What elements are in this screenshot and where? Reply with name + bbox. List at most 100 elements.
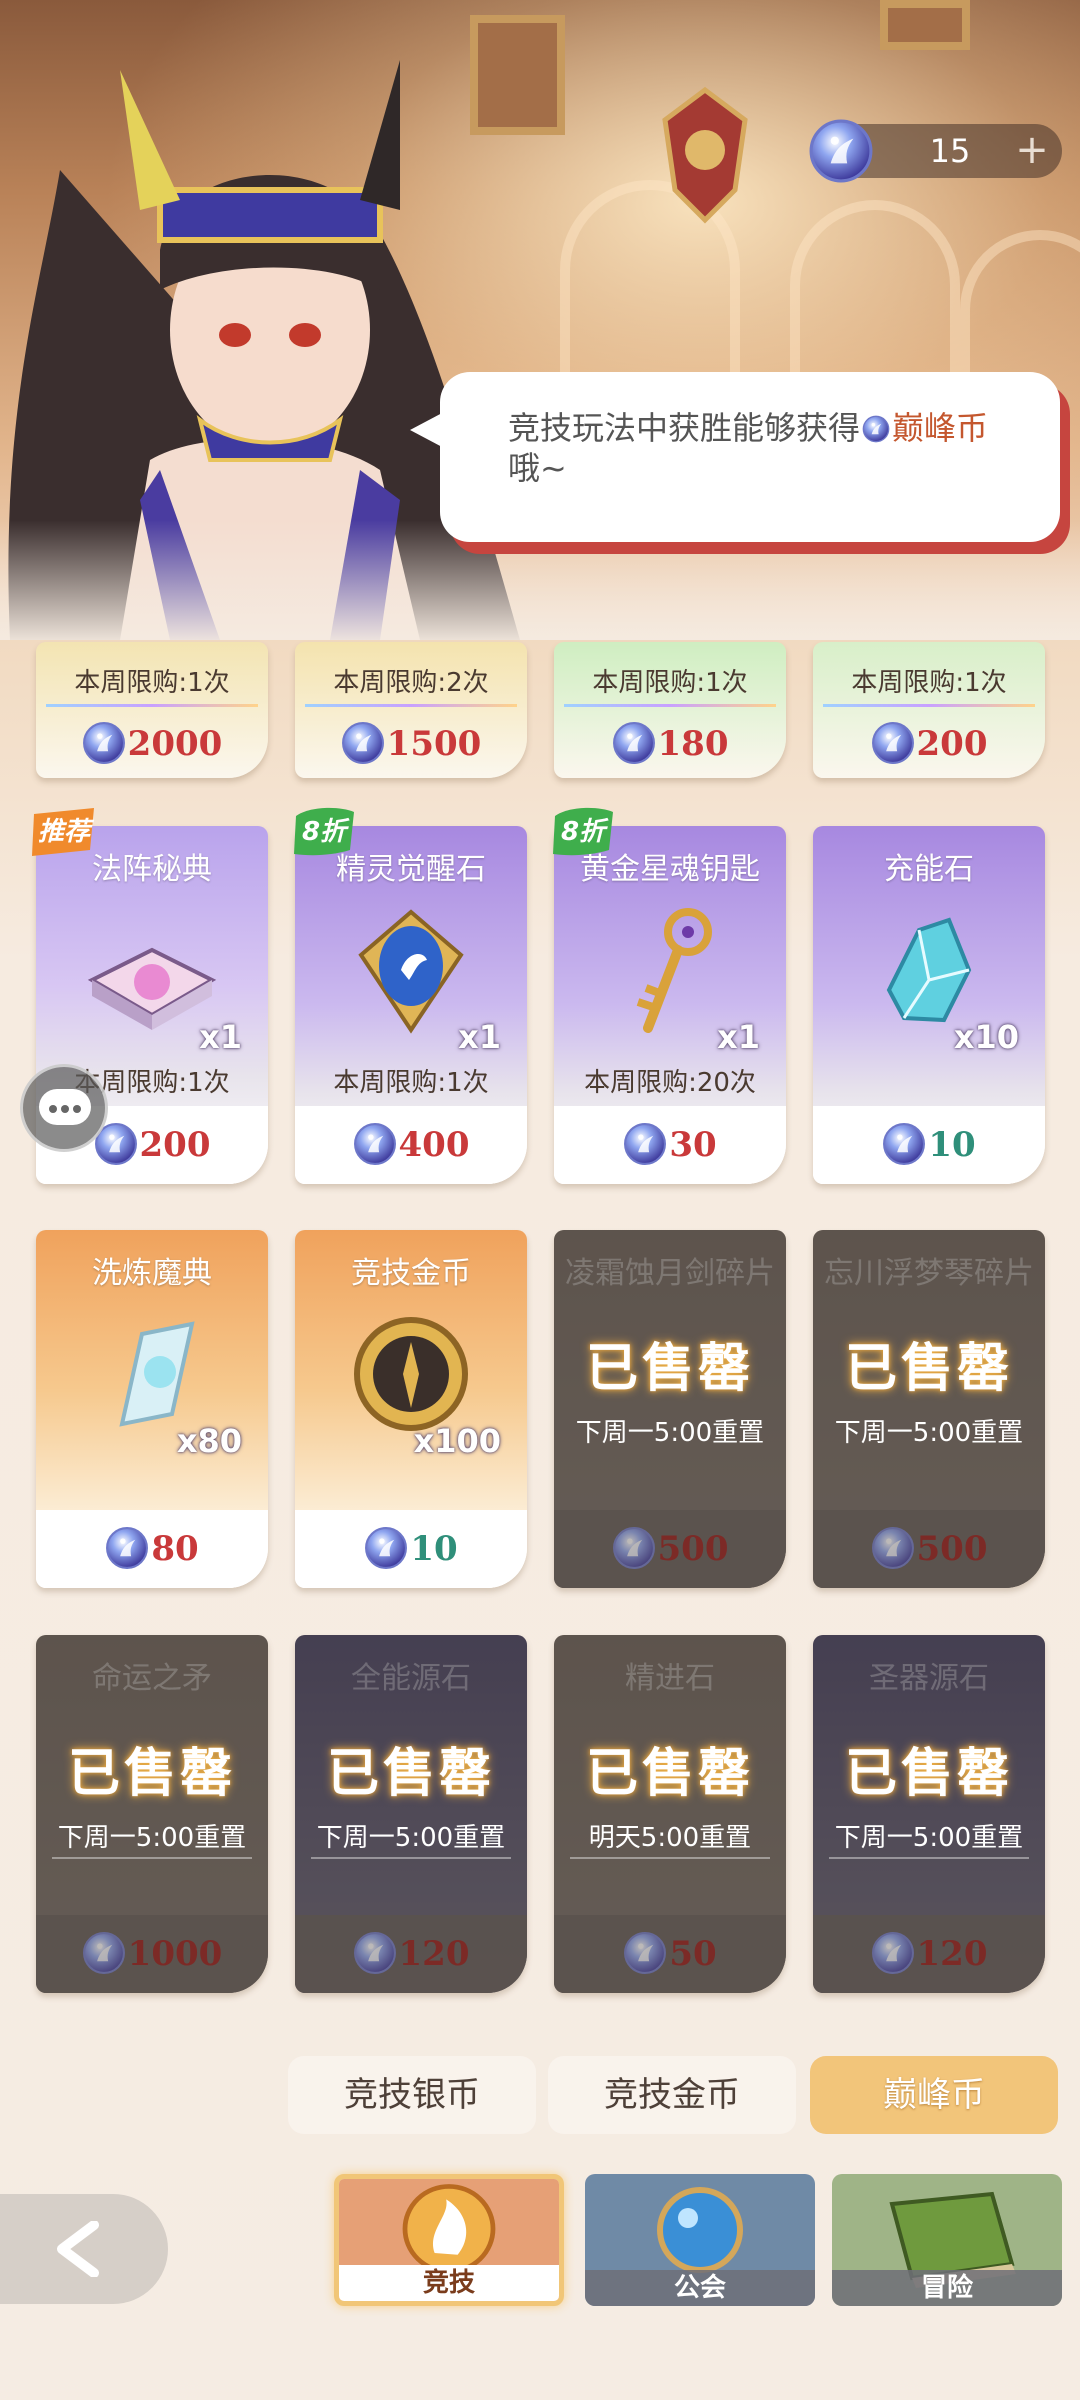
peak-coin-counter: 15 + (820, 124, 1062, 178)
purchase-limit: 本周限购:1次 (851, 668, 1007, 698)
peak-coin-icon (808, 118, 874, 184)
peak-coin-icon (82, 721, 126, 765)
shop-item-card[interactable]: 本周限购:1次 200 (813, 642, 1045, 778)
reset-time: 下周一5:00重置 (57, 1823, 247, 1853)
item-price: 80 (36, 1510, 268, 1588)
purchase-limit: 本周限购:20次 (584, 1068, 756, 1098)
item-price: 120 (813, 1915, 1045, 1993)
item-quantity: x80 (176, 1422, 242, 1460)
banner-scene (0, 0, 1080, 640)
item-price: 500 (813, 1510, 1045, 1588)
sold-out-label: 已售罄 (326, 1744, 495, 1804)
peak-coin-icon (882, 1122, 926, 1166)
recommend-badge: 推荐 (30, 806, 98, 858)
peak-coin-icon (82, 1931, 126, 1975)
discount-badge: 8折 (290, 806, 358, 858)
chat-button[interactable] (20, 1064, 108, 1152)
peak-coin-icon (623, 1931, 667, 1975)
chat-icon (39, 1089, 91, 1125)
wall-painting (880, 0, 970, 50)
bubble-text-after: 哦~ (508, 449, 567, 487)
tab-arena-silver[interactable]: 竞技银币 (288, 2056, 536, 2134)
item-price: 1500 (295, 710, 527, 778)
bubble-highlight: 巅峰币 (892, 409, 989, 447)
item-quantity: x1 (458, 1018, 501, 1056)
tab-arena-gold[interactable]: 竞技金币 (548, 2056, 796, 2134)
item-quantity: x100 (413, 1422, 501, 1460)
reset-time: 下周一5:00重置 (834, 1823, 1024, 1853)
nav-label: 冒险 (832, 2270, 1062, 2306)
peak-coin-icon (612, 721, 656, 765)
reset-time: 下周一5:00重置 (575, 1418, 765, 1448)
shop-item-card[interactable]: 本周限购:2次 1500 (295, 642, 527, 778)
shop-item-card-sold-out: 命运之矛 已售罄 下周一5:00重置 1000 (36, 1635, 268, 1993)
item-quantity: x1 (199, 1018, 242, 1056)
purchase-limit: 本周限购:1次 (592, 668, 748, 698)
purchase-limit: 本周限购:1次 (333, 1068, 489, 1098)
peak-coin-icon (871, 1526, 915, 1570)
bubble-text-before: 竞技玩法中获胜能够获得 (508, 409, 861, 447)
shop-item-card[interactable]: 本周限购:1次 2000 (36, 642, 268, 778)
shop-item-card[interactable]: 充能石 x10 10 (813, 826, 1045, 1184)
sold-out-label: 已售罄 (844, 1744, 1013, 1804)
shop-item-card-sold-out: 凌霜蚀月剑碎片 已售罄 下周一5:00重置 500 (554, 1230, 786, 1588)
peak-coin-amount: 15 (929, 132, 971, 170)
item-price: 500 (554, 1510, 786, 1588)
shop-item-card[interactable]: 洗炼魔典 x80 80 (36, 1230, 268, 1588)
peak-coin-icon (364, 1526, 408, 1570)
shop-item-card-sold-out: 全能源石 已售罄 下周一5:00重置 120 (295, 1635, 527, 1993)
item-title: 洗炼魔典 (92, 1256, 212, 1291)
item-price: 400 (295, 1106, 527, 1184)
nav-tab-guild[interactable]: 公会 (585, 2174, 815, 2306)
shop-item-card[interactable]: 本周限购:1次 180 (554, 642, 786, 778)
item-quantity: x10 (953, 1018, 1019, 1056)
item-price: 180 (554, 710, 786, 778)
peak-coin-icon (105, 1526, 149, 1570)
item-price: 2000 (36, 710, 268, 778)
nav-label: 竞技 (339, 2265, 559, 2301)
purchase-limit: 本周限购:1次 (74, 668, 230, 698)
purchase-limit: 本周限购:2次 (333, 668, 489, 698)
peak-coin-icon (353, 1122, 397, 1166)
item-price: 50 (554, 1915, 786, 1993)
back-button[interactable] (0, 2194, 168, 2304)
item-quantity: x1 (717, 1018, 760, 1056)
item-price: 1000 (36, 1915, 268, 1993)
npc-speech-bubble: 竞技玩法中获胜能够获得 巅峰币哦~ (410, 372, 1060, 542)
reset-time: 明天5:00重置 (588, 1823, 752, 1853)
reset-time: 下周一5:00重置 (834, 1418, 1024, 1448)
item-title: 充能石 (884, 852, 974, 887)
peak-coin-icon (871, 1931, 915, 1975)
nav-label: 公会 (585, 2270, 815, 2306)
tab-peak-coin[interactable]: 巅峰币 (810, 2056, 1058, 2134)
item-price: 120 (295, 1915, 527, 1993)
sold-out-label: 已售罄 (585, 1339, 754, 1399)
sold-out-label: 已售罄 (844, 1339, 1013, 1399)
peak-coin-icon (353, 1931, 397, 1975)
back-arrow-icon (57, 2221, 99, 2277)
nav-tab-arena[interactable]: 竞技 (334, 2174, 564, 2306)
crest-emblem (662, 86, 748, 224)
item-price: 200 (813, 710, 1045, 778)
shop-item-card-sold-out: 圣器源石 已售罄 下周一5:00重置 120 (813, 1635, 1045, 1993)
item-title: 竞技金币 (351, 1256, 471, 1291)
shop-item-card[interactable]: 精灵觉醒石 x1 本周限购:1次 400 (295, 826, 527, 1184)
nav-tab-adventure[interactable]: 冒险 (832, 2174, 1062, 2306)
item-price: 10 (295, 1510, 527, 1588)
shop-item-card[interactable]: 黄金星魂钥匙 x1 本周限购:20次 30 (554, 826, 786, 1184)
peak-coin-icon (341, 721, 385, 765)
peak-coin-icon (612, 1526, 656, 1570)
peak-coin-icon (862, 415, 890, 443)
add-currency-button[interactable]: + (1010, 128, 1054, 172)
peak-coin-icon (871, 721, 915, 765)
discount-badge: 8折 (549, 806, 617, 858)
shop-item-card-sold-out: 忘川浮梦琴碎片 已售罄 下周一5:00重置 500 (813, 1230, 1045, 1588)
item-price: 10 (813, 1106, 1045, 1184)
shop-item-card-sold-out: 精进石 已售罄 明天5:00重置 50 (554, 1635, 786, 1993)
reset-time: 下周一5:00重置 (316, 1823, 506, 1853)
shop-item-card[interactable]: 竞技金币 x100 10 (295, 1230, 527, 1588)
sold-out-label: 已售罄 (585, 1744, 754, 1804)
item-price: 30 (554, 1106, 786, 1184)
sold-out-label: 已售罄 (67, 1744, 236, 1804)
peak-coin-icon (623, 1122, 667, 1166)
